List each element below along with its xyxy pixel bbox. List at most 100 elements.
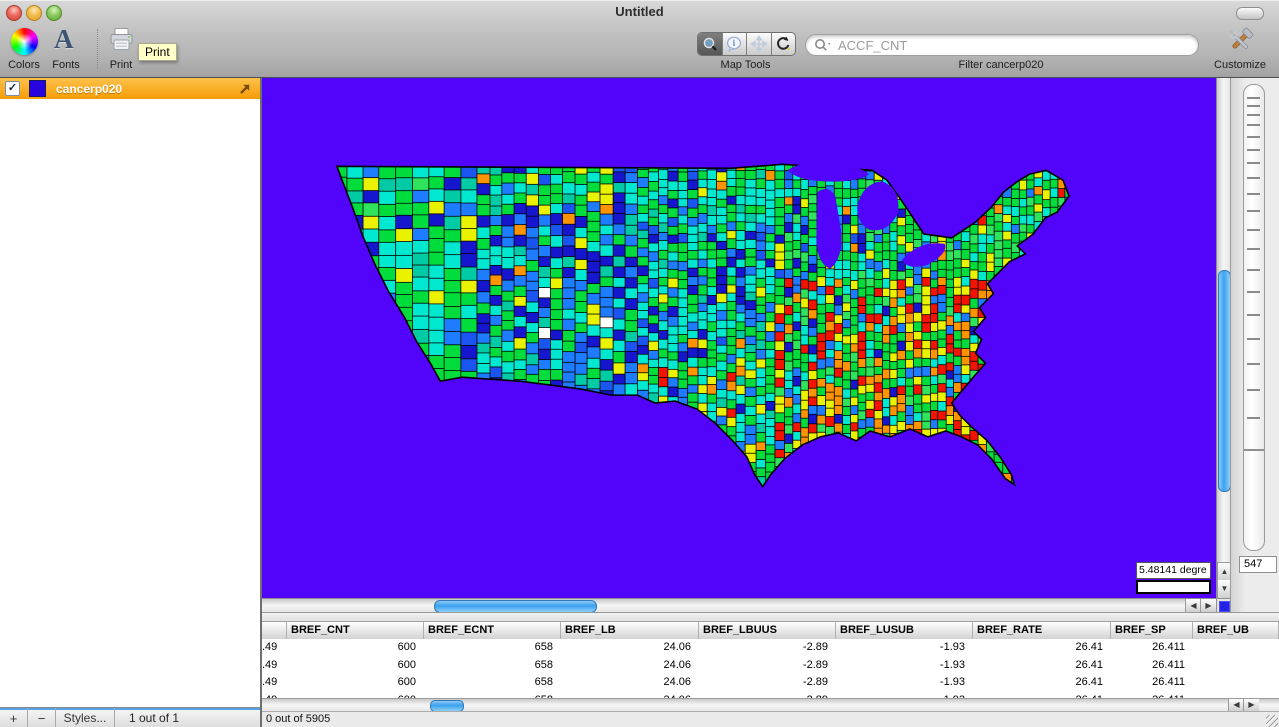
county-cell: [727, 257, 737, 268]
column-header[interactable]: BREF_LUSUB: [836, 622, 973, 639]
county-cell: [668, 261, 679, 270]
county-cell: [429, 473, 445, 487]
color-wheel-icon[interactable]: [11, 28, 38, 55]
table-body[interactable]: .4960065824.06-2.89-1.9326.4126.411.4960…: [262, 639, 1279, 698]
county-cell: [490, 256, 503, 266]
county-cell: [1073, 405, 1081, 415]
county-cell: [1050, 462, 1059, 471]
county-cell: [736, 304, 746, 314]
county-cell: [938, 483, 947, 493]
county-cell: [526, 495, 539, 496]
map-viewport[interactable]: 5.48141 degre: [262, 78, 1216, 598]
county-cell: [954, 392, 962, 403]
county-cell: [890, 251, 898, 261]
county-cell: [575, 342, 588, 353]
column-header[interactable]: BREF_ECNT: [424, 622, 561, 639]
county-cell: [858, 490, 867, 496]
pan-tool-button[interactable]: [747, 33, 772, 55]
column-header[interactable]: BREF_UB: [1193, 622, 1279, 639]
county-cell: [1011, 261, 1020, 272]
layer-expand-arrow-icon[interactable]: [238, 82, 252, 101]
customize-label[interactable]: Customize: [1194, 59, 1279, 71]
county-cell: [1050, 152, 1059, 162]
rotate-tool-button[interactable]: [772, 33, 796, 55]
search-icon[interactable]: [814, 38, 834, 57]
column-header[interactable]: [262, 622, 287, 639]
info-tool-button[interactable]: i: [723, 33, 748, 55]
county-cell: [1050, 179, 1059, 189]
us-county-choropleth-map[interactable]: [315, 152, 1081, 496]
zoom-tool-button[interactable]: [698, 33, 723, 55]
county-cell: [1011, 406, 1020, 416]
county-cell: [698, 393, 708, 403]
layer-visibility-checkbox[interactable]: ✓: [5, 81, 20, 96]
table-row[interactable]: .4960065824.06-2.89-1.9326.4126.411: [262, 674, 1279, 692]
county-cell: [775, 441, 785, 451]
county-cell: [1034, 323, 1043, 332]
toolbar-toggle-pill[interactable]: [1236, 7, 1264, 20]
county-cell: [826, 444, 835, 453]
county-cell: [600, 338, 614, 350]
table-row[interactable]: .4960065824.06-2.89-1.9326.4126.411: [262, 639, 1279, 657]
county-cell: [1080, 483, 1081, 493]
county-cell: [490, 265, 503, 275]
county-cell: [625, 278, 638, 289]
table-horizontal-scrollbar[interactable]: ◀ ▶: [262, 698, 1279, 712]
column-header[interactable]: BREF_LB: [561, 622, 699, 639]
county-cell: [461, 435, 478, 449]
scroll-down-arrow[interactable]: ▼: [1217, 580, 1231, 598]
printer-icon[interactable]: [108, 27, 135, 59]
filter-input[interactable]: [836, 36, 1190, 55]
customize-icon[interactable]: [1224, 26, 1256, 61]
county-cell: [843, 371, 852, 381]
fonts-button-label[interactable]: Fonts: [42, 59, 90, 71]
column-header[interactable]: BREF_CNT: [287, 622, 424, 639]
colors-button-label[interactable]: Colors: [0, 59, 48, 71]
county-cell: [716, 451, 727, 461]
county-cell: [1042, 226, 1051, 236]
remove-layer-button[interactable]: −: [28, 708, 56, 727]
county-cell: [490, 474, 503, 486]
column-header[interactable]: BREF_LBUUS: [699, 622, 836, 639]
county-cell: [766, 259, 776, 268]
county-cell: [866, 455, 875, 464]
county-cell: [429, 226, 445, 239]
county-cell: [550, 310, 563, 321]
styles-button[interactable]: Styles...: [56, 708, 115, 727]
add-layer-button[interactable]: +: [0, 708, 28, 727]
scroll-right-arrow[interactable]: ▶: [1200, 599, 1216, 612]
county-cell: [330, 254, 347, 267]
county-cell: [678, 262, 688, 272]
map-horizontal-scrollbar[interactable]: ◀ ▶: [262, 598, 1216, 613]
fonts-icon[interactable]: A: [54, 24, 74, 55]
resize-grip[interactable]: [1266, 715, 1278, 727]
county-cell: [444, 383, 462, 397]
county-cell: [890, 298, 898, 308]
county-cell: [897, 306, 906, 315]
county-cell: [785, 397, 794, 407]
table-scroll-left-arrow[interactable]: ◀: [1228, 699, 1244, 711]
column-header[interactable]: BREF_RATE: [973, 622, 1111, 639]
table-scroll-right-arrow[interactable]: ▶: [1243, 699, 1259, 711]
table-row[interactable]: .4960065824.06-2.89-1.9326.4126.411: [262, 657, 1279, 675]
county-cell: [961, 427, 970, 436]
county-cell: [637, 196, 649, 206]
county-cell: [514, 474, 527, 486]
zoom-scale-slider[interactable]: [1243, 84, 1265, 551]
column-header[interactable]: BREF_SP: [1111, 622, 1193, 639]
map-vertical-scrollbar[interactable]: ▲ ▼: [1216, 78, 1231, 598]
county-cell: [575, 238, 588, 249]
county-cell: [834, 458, 843, 468]
layer-color-swatch[interactable]: [29, 80, 46, 97]
county-cell: [502, 204, 515, 215]
zoom-value-box[interactable]: 547: [1239, 556, 1277, 573]
county-cell: [1080, 440, 1081, 450]
layer-row-cancerp020[interactable]: ✓ cancerp020: [0, 78, 260, 99]
county-cell: [477, 353, 491, 364]
scroll-up-arrow[interactable]: ▲: [1217, 562, 1231, 581]
filter-search-field[interactable]: [805, 34, 1199, 56]
county-cell: [1042, 190, 1051, 201]
county-cell: [1050, 197, 1059, 208]
scroll-left-arrow[interactable]: ◀: [1185, 599, 1201, 612]
county-cell: [1027, 419, 1035, 429]
